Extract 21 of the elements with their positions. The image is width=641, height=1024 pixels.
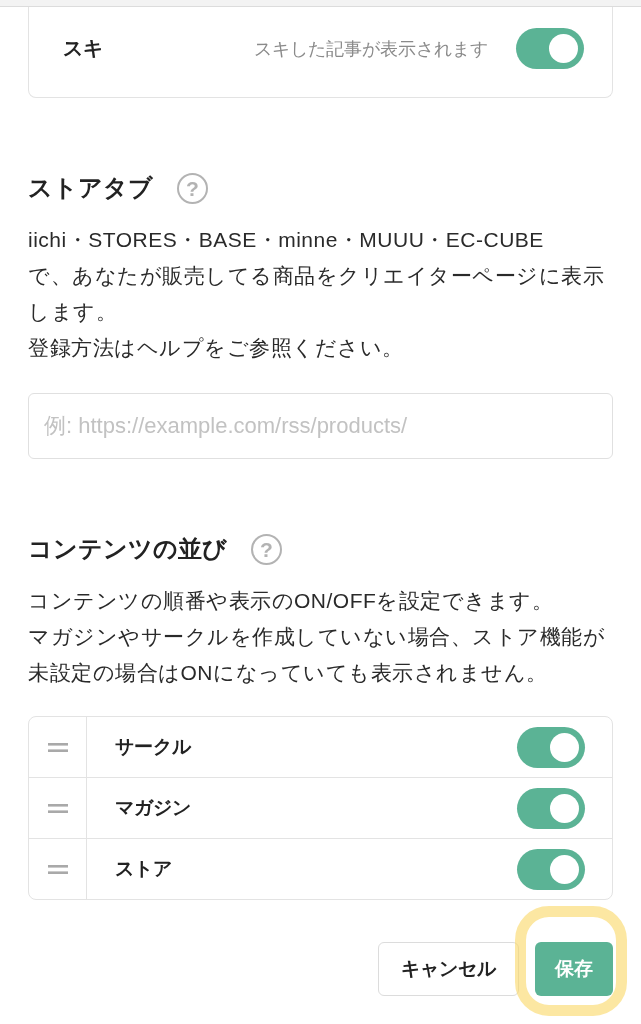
setting-description: スキした記事が表示されます xyxy=(254,37,488,61)
input-field[interactable]: 例: https://example.com/rss/products/ xyxy=(28,393,613,459)
help-icon[interactable]: ? xyxy=(251,533,282,565)
toggle-switch[interactable] xyxy=(517,787,585,829)
drag-handle-icon[interactable] xyxy=(47,742,68,752)
section-heading: ストアタブ xyxy=(28,173,153,203)
save-button[interactable]: 保存 xyxy=(535,942,613,996)
content-item-label: サークル xyxy=(115,735,191,759)
description-text: iichi・STORES・BASE・minne・MUUU・EC-CUBE で、あなたが販売してる商品をクリエイターページに表示 します。 登録方法はヘルプをご参照ください。 xyxy=(28,227,605,361)
content-item-label: マガジン xyxy=(115,796,191,820)
description-text: コンテンツの順番や表示のON/OFFを設定できます。 マガジンやサークルを作成していない場合、ストア機能が 未設定の場合はONになっていても表示されません。 xyxy=(28,588,606,686)
section-heading: コンテンツの並び xyxy=(28,534,227,564)
help-icon[interactable]: ? xyxy=(177,172,208,204)
cancel-button[interactable]: キャンセル xyxy=(378,942,519,996)
drag-handle-icon[interactable] xyxy=(47,864,68,874)
drag-handle-icon[interactable] xyxy=(47,803,68,813)
toggle-switch[interactable] xyxy=(516,28,584,69)
setting-label: スキ xyxy=(63,36,103,61)
toggle-switch[interactable] xyxy=(517,726,585,768)
content-item-label: ストア xyxy=(115,857,172,881)
toggle-switch[interactable] xyxy=(517,848,585,890)
